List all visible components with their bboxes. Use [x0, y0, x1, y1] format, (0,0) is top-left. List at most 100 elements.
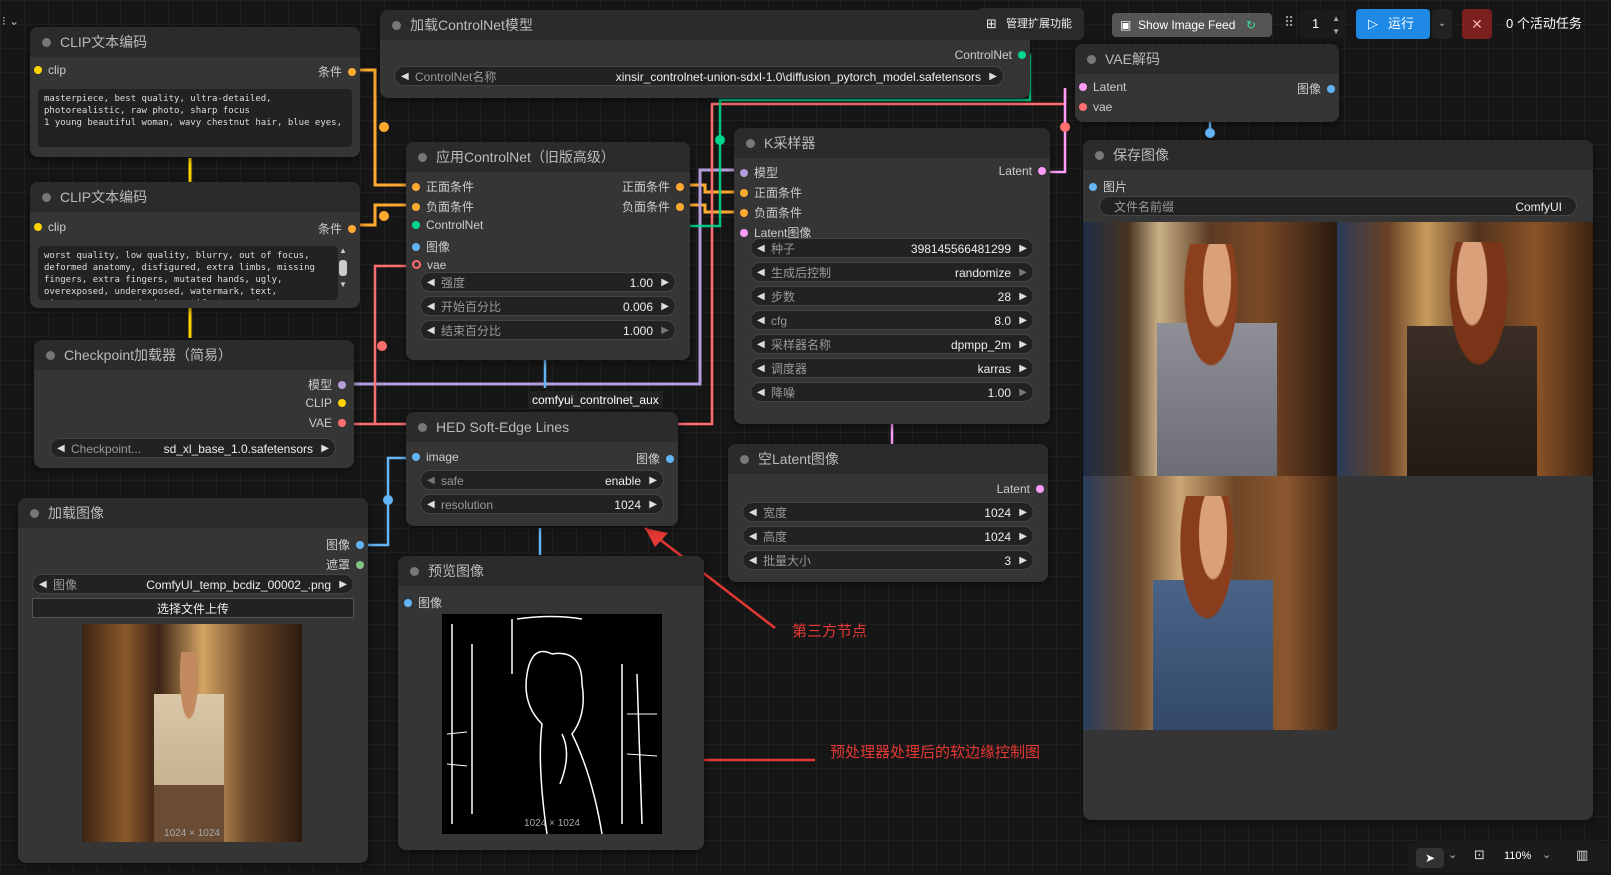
menu-chevron-icon[interactable]: ⁝ ⌄	[2, 14, 19, 28]
width-widget[interactable]: ◀ 宽度 1024 ▶	[742, 502, 1034, 522]
output-positive[interactable]: 正面条件	[622, 178, 684, 195]
safe-widget[interactable]: ◀ safe enable ▶	[420, 470, 664, 490]
output-latent[interactable]: Latent	[999, 164, 1046, 178]
seed-widget[interactable]: ◀ 种子 398145566481299 ▶	[750, 238, 1034, 258]
chevron-down-icon[interactable]: ⌄	[1542, 848, 1551, 861]
apply-controlnet-node[interactable]: 应用ControlNet（旧版高级） 正面条件 负面条件 ControlNet …	[406, 142, 690, 360]
controlnet-name-combo[interactable]: ◀ ControlNet名称 xinsir_controlnet-union-sd…	[394, 66, 1004, 86]
node-collapse-dot[interactable]	[1087, 55, 1096, 64]
checkpoint-loader-node[interactable]: Checkpoint加载器（简易） 模型 CLIP VAE ◀ Checkpoin…	[34, 340, 354, 468]
output-image[interactable]: 图像	[1297, 80, 1335, 97]
filename-prefix-widget[interactable]: 文件名前缀 ComfyUI	[1099, 196, 1577, 216]
output-negative[interactable]: 负面条件	[622, 198, 684, 215]
cfg-widget[interactable]: ◀ cfg 8.0 ▶	[750, 310, 1034, 330]
denoise-widget[interactable]: ◀ 降噪 1.00 ▶	[750, 382, 1034, 402]
node-collapse-dot[interactable]	[30, 509, 39, 518]
fit-view-icon[interactable]: ⊡	[1474, 847, 1485, 863]
queue-count-value: 1	[1312, 16, 1320, 31]
input-image[interactable]: 图片	[1089, 178, 1127, 195]
input-vae[interactable]: vae	[412, 258, 446, 272]
output-image[interactable]: 图像	[326, 536, 364, 553]
input-negative[interactable]: 负面条件	[412, 198, 474, 215]
input-positive[interactable]: 正面条件	[412, 178, 474, 195]
node-collapse-dot[interactable]	[418, 423, 427, 432]
run-button[interactable]: ▷ 运行	[1356, 9, 1430, 39]
input-controlnet[interactable]: ControlNet	[412, 218, 483, 232]
save-image-node[interactable]: 保存图像 图片 文件名前缀 ComfyUI	[1083, 140, 1593, 820]
queue-count-input[interactable]: 1 ▲ ▼	[1300, 10, 1346, 38]
output-clip[interactable]: CLIP	[305, 396, 346, 410]
node-collapse-dot[interactable]	[46, 351, 55, 360]
output-image-1[interactable]	[1083, 222, 1337, 476]
preview-image-node[interactable]: 预览图像 图像 1024 × 1024	[398, 556, 704, 850]
input-model[interactable]: 模型	[740, 164, 778, 181]
chevron-down-icon[interactable]: ⌄	[1448, 848, 1457, 861]
select-tool-icon[interactable]: ➤	[1416, 848, 1444, 868]
hed-softedge-node[interactable]: HED Soft-Edge Lines image 图像 ◀ safe enabl…	[406, 412, 678, 526]
output-conditioning[interactable]: 条件	[318, 63, 356, 80]
input-negative[interactable]: 负面条件	[740, 204, 802, 221]
output-conditioning[interactable]: 条件	[318, 220, 356, 237]
stepper-icon[interactable]: ▲ ▼	[1332, 12, 1340, 38]
output-image-3[interactable]	[1083, 476, 1337, 730]
input-positive[interactable]: 正面条件	[740, 184, 802, 201]
controlnet-loader-node[interactable]: 加载ControlNet模型 ControlNet ◀ ControlNet名称 …	[380, 10, 1030, 98]
start-percent-widget[interactable]: ◀ 开始百分比 0.006 ▶	[420, 296, 676, 316]
input-image[interactable]: 图像	[412, 238, 450, 255]
node-collapse-dot[interactable]	[418, 153, 427, 162]
node-collapse-dot[interactable]	[392, 21, 401, 30]
end-percent-widget[interactable]: ◀ 结束百分比 1.000 ▶	[420, 320, 676, 340]
refresh-icon: ↻	[1246, 18, 1257, 32]
steps-widget[interactable]: ◀ 步数 28 ▶	[750, 286, 1034, 306]
node-collapse-dot[interactable]	[740, 455, 749, 464]
node-collapse-dot[interactable]	[42, 193, 51, 202]
empty-latent-node[interactable]: 空Latent图像 Latent ◀ 宽度 1024 ▶ ◀ 高度 1024 ▶ ◀ 批量大小…	[728, 444, 1048, 582]
output-vae[interactable]: VAE	[309, 416, 346, 430]
output-latent[interactable]: Latent	[997, 482, 1044, 496]
input-latent[interactable]: Latent	[1079, 80, 1126, 94]
height-widget[interactable]: ◀ 高度 1024 ▶	[742, 526, 1034, 546]
figure-silhouette	[1153, 496, 1273, 730]
clip-text-encode-negative[interactable]: CLIP文本编码 clip 条件 worst quality, low qual…	[30, 182, 360, 308]
node-collapse-dot[interactable]	[42, 38, 51, 47]
input-image[interactable]: 图像	[404, 594, 442, 611]
cancel-button[interactable]: ✕	[1462, 9, 1492, 39]
input-clip[interactable]: clip	[34, 220, 66, 234]
manager-button[interactable]: ⊞ 管理扩展功能	[976, 8, 1084, 40]
sampler-name-widget[interactable]: ◀ 采样器名称 dpmpp_2m ▶	[750, 334, 1034, 354]
node-title: 空Latent图像	[758, 451, 839, 467]
output-image-2[interactable]	[1337, 222, 1593, 476]
output-model[interactable]: 模型	[308, 376, 346, 393]
image-combo[interactable]: ◀ 图像 ComfyUI_temp_bcdiz_00002_.png ▶	[32, 574, 354, 594]
clip-text-encode-positive[interactable]: CLIP文本编码 clip 条件 masterpiece, best quali…	[30, 27, 360, 157]
input-clip[interactable]: clip	[34, 63, 66, 77]
minimap-icon[interactable]: ▥	[1576, 847, 1588, 863]
output-mask[interactable]: 遮罩	[326, 556, 364, 573]
output-image[interactable]: 图像	[636, 450, 674, 467]
checkpoint-combo[interactable]: ◀ Checkpoint... sd_xl_base_1.0.safetensor…	[50, 438, 336, 458]
input-image[interactable]: image	[412, 450, 459, 464]
prompt-textarea[interactable]: masterpiece, best quality, ultra-detaile…	[38, 89, 352, 147]
zoom-level[interactable]: 110%	[1504, 850, 1531, 862]
input-vae[interactable]: vae	[1079, 100, 1112, 114]
node-title: HED Soft-Edge Lines	[436, 419, 570, 435]
upload-button[interactable]: 选择文件上传	[32, 598, 354, 618]
negative-prompt-textarea[interactable]: worst quality, low quality, blurry, out …	[38, 246, 338, 300]
drag-handle-icon[interactable]: ⠿	[1284, 14, 1294, 31]
scheduler-widget[interactable]: ◀ 调度器 karras ▶	[750, 358, 1034, 378]
vae-decode-node[interactable]: VAE解码 Latent vae 图像	[1075, 44, 1339, 122]
node-collapse-dot[interactable]	[1095, 151, 1104, 160]
control-after-generate-widget[interactable]: ◀ 生成后控制 randomize ▶	[750, 262, 1034, 282]
active-tasks-button[interactable]: 0 个活动任务	[1500, 9, 1600, 39]
resolution-widget[interactable]: ◀ resolution 1024 ▶	[420, 494, 664, 514]
output-controlnet[interactable]: ControlNet	[955, 48, 1026, 62]
load-image-node[interactable]: 加载图像 图像 遮罩 ◀ 图像 ComfyUI_temp_bcdiz_00002_…	[18, 498, 368, 863]
scrollbar[interactable]: ▲ ▼	[338, 246, 348, 300]
node-collapse-dot[interactable]	[410, 567, 419, 576]
run-options-button[interactable]: ⌄	[1432, 9, 1452, 39]
ksampler-node[interactable]: K采样器 模型 正面条件 负面条件 Latent图像 Latent ◀ 种子 398…	[734, 128, 1050, 424]
batch-size-widget[interactable]: ◀ 批量大小 3 ▶	[742, 550, 1034, 570]
node-collapse-dot[interactable]	[746, 139, 755, 148]
strength-widget[interactable]: ◀ 强度 1.00 ▶	[420, 272, 676, 292]
image-feed-button[interactable]: ▣ Show Image Feed ↻	[1112, 13, 1272, 37]
